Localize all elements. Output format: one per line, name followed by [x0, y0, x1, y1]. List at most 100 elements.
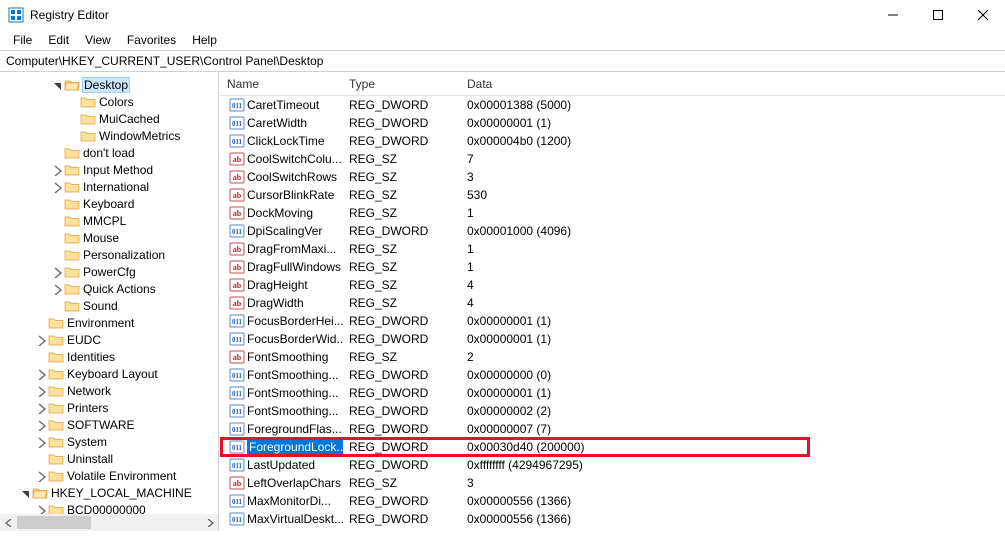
tree-item[interactable]: Personalization	[0, 246, 218, 263]
value-name: DockMoving	[247, 206, 313, 220]
value-row[interactable]: CaretWidthREG_DWORD0x00000001 (1)	[219, 114, 1005, 132]
tree-item[interactable]: Printers	[0, 399, 218, 416]
chevron-right-icon[interactable]	[50, 265, 64, 279]
expander-spacer	[50, 231, 64, 245]
value-row[interactable]: DragWidthREG_SZ4	[219, 294, 1005, 312]
tree-item[interactable]: PowerCfg	[0, 263, 218, 280]
tree-item[interactable]: Keyboard Layout	[0, 365, 218, 382]
tree-item[interactable]: International	[0, 178, 218, 195]
value-data: 0x00000000 (0)	[461, 368, 1005, 382]
chevron-down-icon[interactable]	[50, 78, 64, 92]
menu-view[interactable]: View	[78, 31, 118, 49]
menu-favorites[interactable]: Favorites	[120, 31, 183, 49]
tree-item-label: don't load	[83, 146, 135, 160]
value-row[interactable]: FocusBorderHei...REG_DWORD0x00000001 (1)	[219, 312, 1005, 330]
value-type: REG_DWORD	[343, 512, 461, 526]
minimize-button[interactable]	[870, 0, 915, 30]
value-row[interactable]: ForegroundFlas...REG_DWORD0x00000007 (7)	[219, 420, 1005, 438]
tree-item[interactable]: Sound	[0, 297, 218, 314]
expander-spacer	[50, 146, 64, 160]
tree-item[interactable]: System	[0, 433, 218, 450]
chevron-right-icon[interactable]	[34, 333, 48, 347]
tree-item[interactable]: Network	[0, 382, 218, 399]
column-header-data[interactable]: Data	[461, 73, 1005, 95]
tree-pane[interactable]: DesktopColorsMuiCachedWindowMetrics don't…	[0, 72, 219, 531]
chevron-right-icon[interactable]	[50, 163, 64, 177]
value-row[interactable]: DpiScalingVerREG_DWORD0x00001000 (4096)	[219, 222, 1005, 240]
tree-item[interactable]: don't load	[0, 144, 218, 161]
scroll-thumb[interactable]	[17, 516, 91, 529]
tree-item[interactable]: Environment	[0, 314, 218, 331]
tree-item[interactable]: Volatile Environment	[0, 467, 218, 484]
tree-item-label: Uninstall	[67, 452, 113, 466]
value-row[interactable]: FontSmoothingREG_SZ2	[219, 348, 1005, 366]
value-row[interactable]: ClickLockTimeREG_DWORD0x000004b0 (1200)	[219, 132, 1005, 150]
tree-item[interactable]: Quick Actions	[0, 280, 218, 297]
tree-item-label: Desktop	[83, 78, 129, 92]
scroll-right-button[interactable]	[201, 514, 218, 531]
tree-item[interactable]: WindowMetrics	[0, 127, 218, 144]
chevron-right-icon[interactable]	[50, 282, 64, 296]
tree-item[interactable]: Keyboard	[0, 195, 218, 212]
tree-item[interactable]: MuiCached	[0, 110, 218, 127]
value-row[interactable]: DragFromMaxi...REG_SZ1	[219, 240, 1005, 258]
value-row[interactable]: CoolSwitchColu...REG_SZ7	[219, 150, 1005, 168]
value-row[interactable]: DockMovingREG_SZ1	[219, 204, 1005, 222]
address-bar[interactable]: Computer\HKEY_CURRENT_USER\Control Panel…	[0, 50, 1005, 72]
maximize-button[interactable]	[915, 0, 960, 30]
chevron-right-icon[interactable]	[34, 435, 48, 449]
folder-icon	[64, 146, 80, 160]
chevron-right-icon[interactable]	[34, 418, 48, 432]
chevron-right-icon[interactable]	[34, 401, 48, 415]
column-header-type[interactable]: Type	[343, 73, 461, 95]
value-type: REG_SZ	[343, 152, 461, 166]
value-row[interactable]: FontSmoothing...REG_DWORD0x00000002 (2)	[219, 402, 1005, 420]
close-button[interactable]	[960, 0, 1005, 30]
tree-item-label: Sound	[83, 299, 118, 313]
tree-item[interactable]: Colors	[0, 93, 218, 110]
value-row[interactable]: DragHeightREG_SZ4	[219, 276, 1005, 294]
app-icon	[8, 7, 24, 23]
value-type: REG_DWORD	[343, 440, 461, 454]
value-name: ForegroundFlas...	[247, 422, 342, 436]
value-row[interactable]: DragFullWindowsREG_SZ1	[219, 258, 1005, 276]
tree-item[interactable]: MMCPL	[0, 212, 218, 229]
value-row[interactable]: ForegroundLock...REG_DWORD0x00030d40 (20…	[219, 438, 1005, 456]
chevron-right-icon[interactable]	[34, 367, 48, 381]
tree-item[interactable]: Uninstall	[0, 450, 218, 467]
value-row[interactable]: FontSmoothing...REG_DWORD0x00000000 (0)	[219, 366, 1005, 384]
tree-item[interactable]: Input Method	[0, 161, 218, 178]
tree-item[interactable]: HKEY_LOCAL_MACHINE	[0, 484, 218, 501]
tree-item-label: HKEY_LOCAL_MACHINE	[51, 486, 192, 500]
value-row[interactable]: LeftOverlapCharsREG_SZ3	[219, 474, 1005, 492]
value-row[interactable]: FontSmoothing...REG_DWORD0x00000001 (1)	[219, 384, 1005, 402]
value-row[interactable]: LastUpdatedREG_DWORD0xffffffff (42949672…	[219, 456, 1005, 474]
tree-item[interactable]: Identities	[0, 348, 218, 365]
value-row[interactable]: CoolSwitchRowsREG_SZ3	[219, 168, 1005, 186]
scroll-left-button[interactable]	[0, 514, 17, 531]
tree-item[interactable]: EUDC	[0, 331, 218, 348]
value-row[interactable]: CaretTimeoutREG_DWORD0x00001388 (5000)	[219, 96, 1005, 114]
menu-edit[interactable]: Edit	[41, 31, 76, 49]
chevron-down-icon[interactable]	[18, 486, 32, 500]
chevron-right-icon[interactable]	[34, 384, 48, 398]
horizontal-scrollbar[interactable]	[0, 514, 218, 531]
column-header-name[interactable]: Name	[219, 73, 343, 95]
binary-value-icon	[229, 403, 245, 419]
value-type: REG_DWORD	[343, 386, 461, 400]
chevron-right-icon[interactable]	[34, 469, 48, 483]
folder-icon	[32, 486, 48, 500]
menu-file[interactable]: File	[6, 31, 39, 49]
value-row[interactable]: FocusBorderWid...REG_DWORD0x00000001 (1)	[219, 330, 1005, 348]
tree-item[interactable]: SOFTWARE	[0, 416, 218, 433]
binary-value-icon	[229, 133, 245, 149]
menu-help[interactable]: Help	[185, 31, 224, 49]
value-name: DragHeight	[247, 278, 308, 292]
value-row[interactable]: MaxVirtualDeskt...REG_DWORD0x00000556 (1…	[219, 510, 1005, 528]
value-row[interactable]: MaxMonitorDi...REG_DWORD0x00000556 (1366…	[219, 492, 1005, 510]
list-pane[interactable]: Name Type Data CaretTimeoutREG_DWORD0x00…	[219, 72, 1005, 531]
value-row[interactable]: CursorBlinkRateREG_SZ530	[219, 186, 1005, 204]
tree-item[interactable]: Mouse	[0, 229, 218, 246]
chevron-right-icon[interactable]	[50, 180, 64, 194]
tree-item[interactable]: Desktop	[0, 76, 218, 93]
